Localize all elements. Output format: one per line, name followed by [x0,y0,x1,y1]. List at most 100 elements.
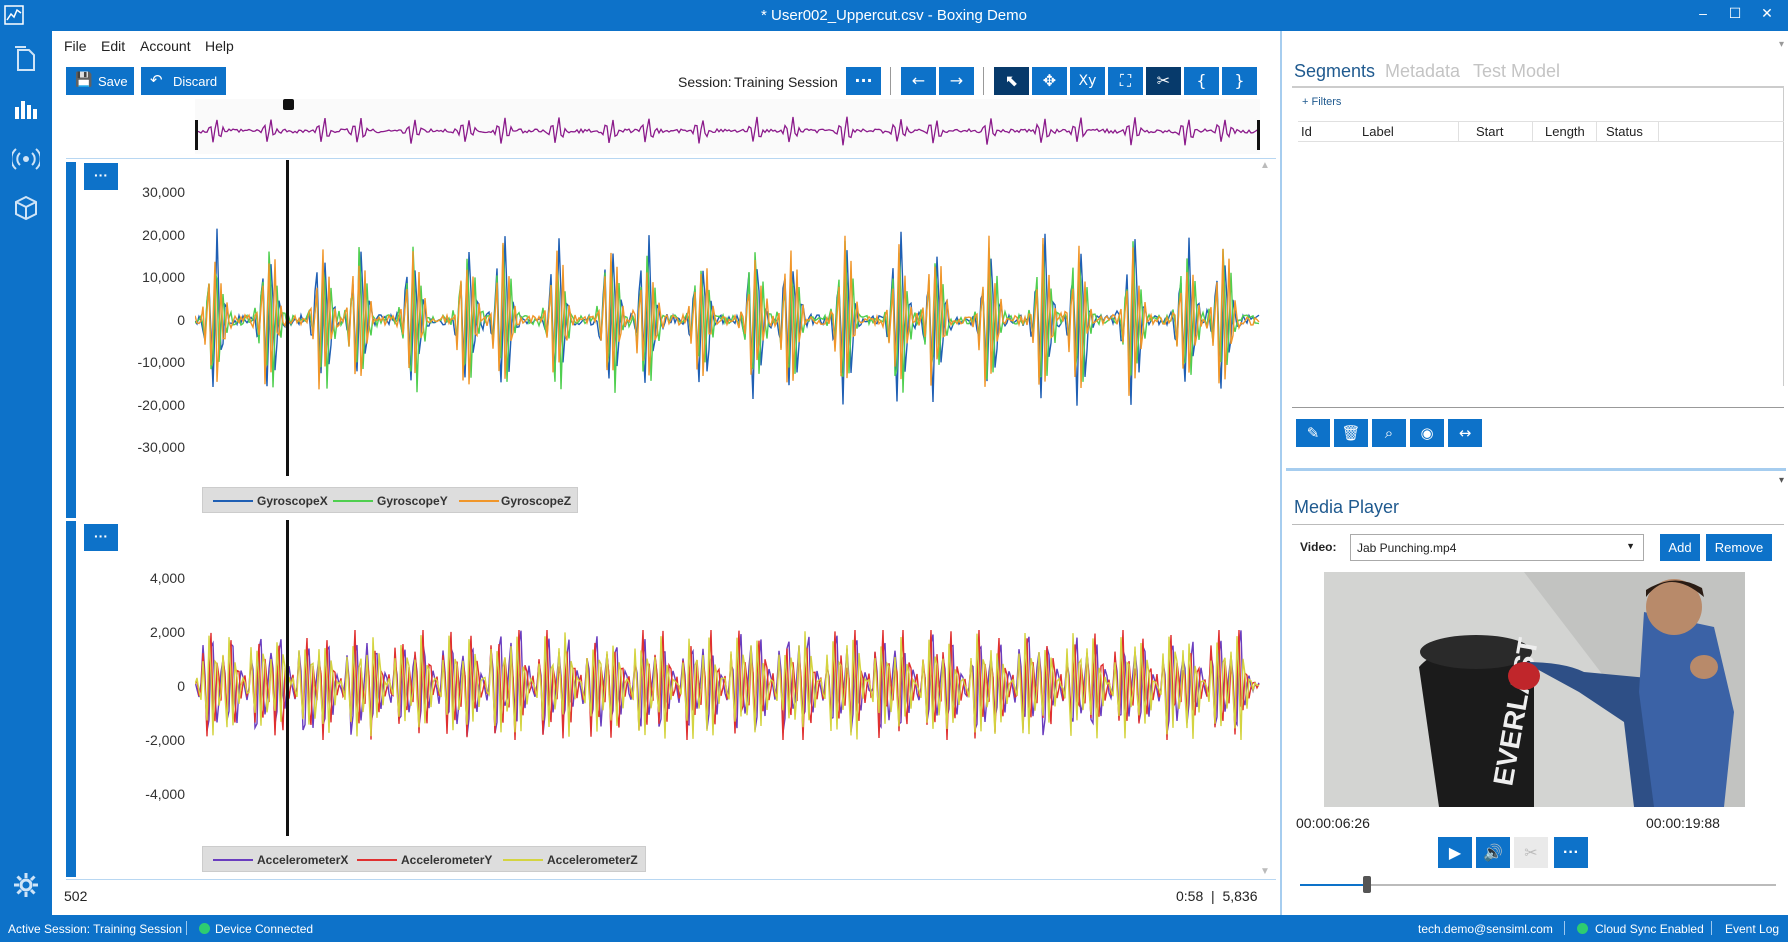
gyro-panel-edge [66,162,76,518]
legend-gyroscope-y: GyroscopeY [377,494,448,508]
hide-segment-button[interactable]: ◉ [1410,419,1444,447]
accel-cursor-line[interactable] [286,520,289,836]
maximize-button[interactable]: ☐ [1720,5,1750,22]
segment-end-button[interactable]: } [1222,67,1257,95]
scissors-icon: ✂ [1524,843,1538,862]
close-button[interactable]: ✕ [1752,5,1782,22]
resize-segment-button[interactable]: ↔ [1448,419,1482,447]
capture-icon[interactable] [12,145,40,173]
model-cube-icon[interactable] [12,194,40,222]
status-separator [1711,921,1712,935]
next-button[interactable]: → [939,67,974,95]
col-divider [1596,121,1597,142]
playhead-marker[interactable] [283,99,294,110]
media-collapse-icon[interactable]: ▾ [1779,475,1784,486]
sample-index: 502 [64,888,88,904]
discard-button[interactable]: ↶ Discard [141,67,226,95]
y-tick-label: 0 [177,311,185,328]
legend-swatch [213,859,253,861]
gyro-cursor-line[interactable] [286,160,289,476]
volume-button[interactable]: 🔊 [1476,837,1510,868]
gyro-legend: GyroscopeX GyroscopeY GyroscopeZ [202,487,578,513]
scrubber-progress [1300,884,1367,886]
overview-left-handle[interactable] [195,120,198,150]
legend-swatch [357,859,397,861]
status-separator [1564,921,1565,935]
col-status[interactable]: Status [1606,124,1643,139]
charts-icon[interactable] [12,95,40,123]
menu-file[interactable]: File [64,38,87,54]
filters-link[interactable]: + Filters [1302,96,1341,108]
accel-plot[interactable] [195,520,1260,840]
axis-scale-button[interactable]: Xy [1070,67,1105,95]
save-icon: 💾 [75,72,93,88]
previous-button[interactable]: ← [901,67,936,95]
play-icon: ▶ [1448,843,1462,862]
accel-more-button[interactable]: ··· [84,524,118,551]
menu-help[interactable]: Help [205,38,234,54]
y-tick-label: -30,000 [137,439,185,455]
tab-test-model[interactable]: Test Model [1473,61,1560,82]
cut-segment-button[interactable]: ✂ [1146,67,1181,95]
play-button[interactable]: ▶ [1438,837,1472,868]
files-icon[interactable] [12,45,40,73]
menu-edit[interactable]: Edit [101,38,125,54]
event-log-link[interactable]: Event Log [1725,922,1779,936]
col-divider [1458,121,1459,142]
delete-segment-button[interactable]: 🗑 [1334,419,1368,447]
tab-metadata[interactable]: Metadata [1385,61,1460,82]
scroll-up-icon[interactable]: ▲ [1260,160,1270,171]
overview-series [194,116,1259,146]
col-start[interactable]: Start [1476,124,1503,139]
scroll-down-icon[interactable]: ▼ [1260,866,1270,877]
time-and-samples: 0:58 | 5,836 [1176,888,1258,904]
scrubber-thumb[interactable] [1362,876,1371,893]
col-id[interactable]: Id [1301,124,1312,139]
video-select[interactable]: Jab Punching.mp4 ▼ [1350,534,1644,561]
overview-right-handle[interactable] [1257,120,1260,150]
pan-move-button[interactable]: ✥ [1032,67,1067,95]
legend-swatch [503,859,543,861]
active-session-status: Active Session: Training Session [8,922,183,936]
title-bar: * User002_Uppercut.csv - Boxing Demo – ☐… [0,0,1788,31]
eye-hidden-icon: ◉ [1420,424,1434,442]
col-label[interactable]: Label [1362,124,1394,139]
overview-strip[interactable] [194,99,1260,154]
col-length[interactable]: Length [1545,124,1585,139]
cloud-sync-indicator-icon [1577,923,1588,934]
edit-segment-button[interactable]: ✎ [1296,419,1330,447]
collapse-chevron-icon[interactable]: ▾ [1779,39,1784,50]
select-pointer-button[interactable]: ⬉ [994,67,1029,95]
accel-legend: AccelerometerX AccelerometerY Accelerome… [202,846,646,872]
media-player-title: Media Player [1294,497,1400,517]
y-tick-label: 2,000 [149,624,185,640]
toolbar-divider [890,67,891,95]
video-frame[interactable]: EVERLAST [1324,572,1745,807]
user-email[interactable]: tech.demo@sensiml.com [1418,922,1553,936]
zoom-segment-button[interactable]: ⌕ [1372,419,1406,447]
tab-segments[interactable]: Segments [1294,61,1375,82]
video-label: Video: [1300,540,1337,554]
video-scrubber[interactable] [1300,876,1776,893]
minimize-button[interactable]: – [1688,5,1718,21]
discard-label: Discard [173,74,218,89]
y-tick-label: -20,000 [137,396,185,413]
menu-account[interactable]: Account [140,38,191,54]
panel-splitter[interactable] [1286,468,1786,471]
gyro-plot[interactable] [195,160,1260,480]
fit-screen-button[interactable]: ⛶ [1108,67,1143,95]
footer-separator [66,879,1276,880]
remove-video-button[interactable]: Remove [1706,534,1772,561]
col-divider [1532,121,1533,142]
clip-button[interactable]: ✂ [1514,837,1548,868]
add-video-button[interactable]: Add [1660,534,1700,561]
media-more-button[interactable]: ··· [1554,837,1588,868]
settings-gear-icon[interactable] [12,871,40,899]
session-more-button[interactable]: ··· [846,67,881,95]
speaker-icon: 🔊 [1483,843,1503,862]
save-button[interactable]: 💾 Save [66,67,134,95]
right-pane: ▾ Segments Metadata Test Model + Filters… [1280,31,1788,915]
segment-start-button[interactable]: { [1184,67,1219,95]
left-nav-bar [0,31,52,915]
legend-swatch [459,500,499,502]
